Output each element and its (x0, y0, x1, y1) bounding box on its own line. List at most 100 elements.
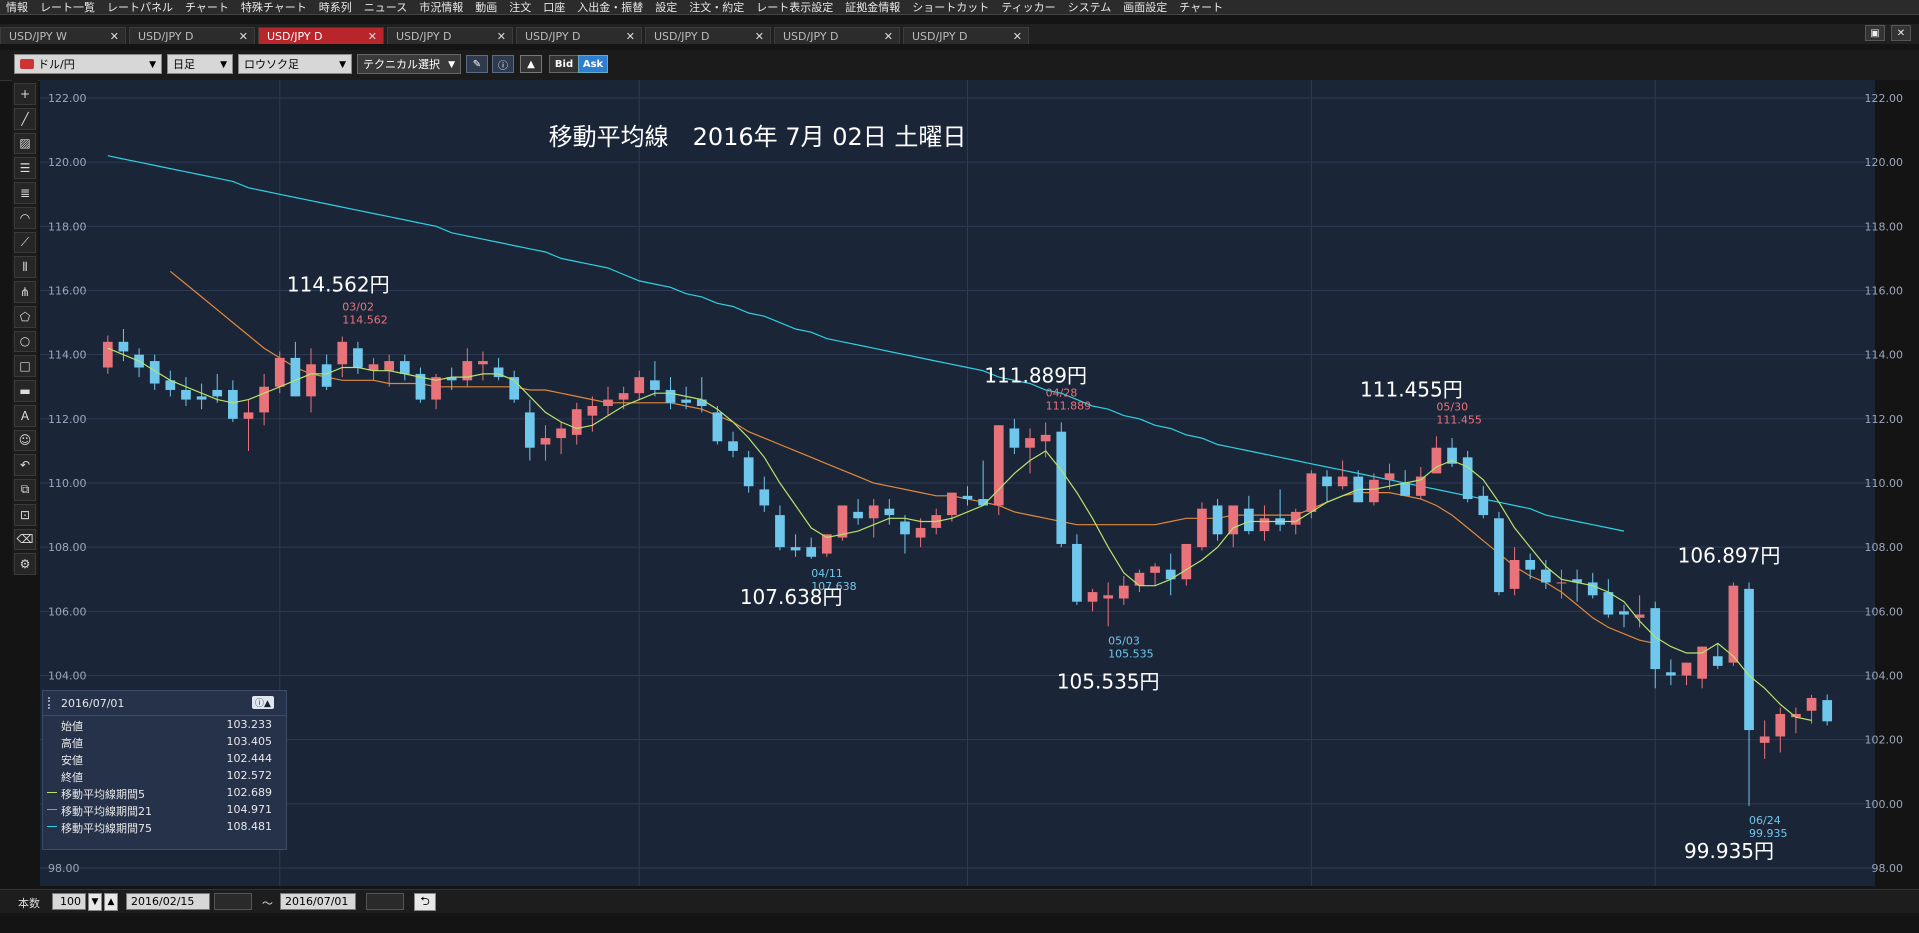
emoji-icon[interactable]: ☺ (14, 429, 36, 452)
candle-body (524, 412, 535, 448)
rectangle-icon[interactable]: □ (14, 355, 36, 377)
close-tab-icon[interactable]: ✕ (755, 30, 764, 43)
y-tick-label-right: 108.00 (1865, 541, 1904, 554)
menu-item[interactable]: 時系列 (313, 0, 358, 14)
menu-item[interactable]: 設定 (649, 0, 683, 14)
date-from-input[interactable]: 2016/02/15 (126, 893, 210, 910)
menu-item[interactable]: 口座 (537, 0, 571, 14)
horizontal-lines-icon[interactable]: ☰ (14, 157, 36, 179)
separator-line-icon[interactable]: ▬ (14, 380, 36, 402)
menu-item[interactable]: 注文 (503, 0, 537, 14)
close-tab-icon[interactable]: ✕ (626, 30, 635, 43)
menu-item[interactable]: レート表示設定 (750, 0, 839, 14)
tab-usdjpy[interactable]: USD/JPY D ✕ (774, 27, 900, 44)
close-tab-icon[interactable]: ✕ (110, 30, 119, 43)
fibonacci-icon[interactable]: ≣ (14, 182, 36, 204)
close-tab-icon[interactable]: ✕ (1013, 30, 1022, 43)
close-tab-icon[interactable]: ✕ (239, 30, 248, 43)
candle-body (790, 547, 801, 551)
ask-button[interactable]: Ask (578, 55, 608, 73)
drag-handle-icon[interactable] (48, 697, 54, 709)
period-select[interactable]: 日足 ▼ (167, 54, 233, 74)
menu-item[interactable]: ニュース (358, 0, 413, 14)
tab-usdjpy[interactable]: USD/JPY W ✕ (0, 27, 126, 44)
tab-usdjpy[interactable]: USD/JPY D ✕ (645, 27, 771, 44)
crosshair-icon[interactable]: + (14, 83, 36, 105)
tab-usdjpy[interactable]: USD/JPY D ✕ (129, 27, 255, 44)
menu-item[interactable]: ショートカット (906, 0, 995, 14)
text-icon[interactable]: A (14, 404, 36, 427)
menu-item[interactable]: 証拠金情報 (839, 0, 906, 14)
menu-item[interactable]: 情報 (0, 0, 34, 14)
legend-line-icon (47, 809, 57, 810)
close-tab-icon[interactable]: ✕ (497, 30, 506, 43)
candlestick-chart[interactable]: 122.00 122.00 120.00 120.00 118.00 118.00 116.… (40, 80, 1919, 890)
menu-item[interactable]: システム (1062, 0, 1118, 14)
menu-item[interactable]: チャート (1173, 0, 1229, 14)
ruler-icon[interactable]: ▨ (14, 132, 36, 155)
eraser-icon[interactable]: ⌫ (14, 528, 36, 551)
count-up-icon[interactable]: ▲ (104, 893, 118, 911)
settings-icon[interactable]: ⚙ (14, 553, 36, 575)
count-down-icon[interactable]: ▼ (88, 893, 102, 911)
menu-item[interactable]: レート一覧 (34, 0, 101, 14)
info-panel-date: 2016/07/01 (61, 697, 125, 710)
pen-icon[interactable]: ✎ (466, 55, 488, 73)
menu-item[interactable]: 動画 (469, 0, 503, 14)
y-tick-label-right: 122.00 (1865, 92, 1904, 105)
menu-item[interactable]: 市況情報 (413, 0, 469, 14)
close-tab-icon[interactable]: ✕ (368, 30, 377, 43)
close-tab-icon[interactable]: ✕ (884, 30, 893, 43)
date-to-input[interactable]: 2016/07/01 (280, 893, 356, 910)
menu-item[interactable]: ティッカー (995, 0, 1061, 14)
tab-usdjpy[interactable]: USD/JPY D ✕ (387, 27, 513, 44)
menu-item[interactable]: 画面設定 (1117, 0, 1173, 14)
count-input[interactable]: 100 (52, 893, 86, 910)
menu-item[interactable]: 特殊チャート (235, 0, 313, 14)
trend-line-icon[interactable]: ╱ (14, 107, 36, 130)
fan-icon[interactable]: ⟋ (14, 231, 36, 254)
info-row: 移動平均線期間5 102.689 (43, 784, 286, 801)
technical-select[interactable]: テクニカル選択 ▼ (357, 54, 461, 74)
bid-button[interactable]: Bid (549, 55, 579, 73)
candle-body (1712, 656, 1723, 666)
time-from-input[interactable] (214, 893, 252, 910)
candle-body (259, 386, 269, 413)
info-label: 移動平均線期間5 (61, 788, 145, 801)
pitchfork-icon[interactable]: ⋔ (14, 281, 36, 303)
circle-icon[interactable]: ○ (14, 330, 36, 353)
extreme-date-label: 06/24 (1749, 814, 1781, 827)
tab-usdjpy[interactable]: USD/JPY D ✕ (258, 27, 384, 44)
tab-usdjpy[interactable]: USD/JPY D ✕ (516, 27, 642, 44)
menu-item[interactable]: 注文・約定 (683, 0, 750, 14)
info-label: 安値 (61, 754, 83, 767)
candle-body (1072, 543, 1082, 602)
menu-item[interactable]: チャート (179, 0, 235, 14)
info-value: 108.481 (226, 820, 273, 833)
undo-icon[interactable]: ↶ (14, 454, 36, 476)
restore-window-icon[interactable]: ▣ (1865, 25, 1885, 41)
y-tick-label-right: 116.00 (1865, 285, 1904, 298)
tab-usdjpy[interactable]: USD/JPY D ✕ (903, 27, 1029, 44)
y-tick-label-left: 104.00 (48, 670, 87, 683)
menu-item[interactable]: 入出金・振替 (571, 0, 649, 14)
y-tick-label-right: 118.00 (1865, 220, 1904, 233)
vertical-lines-icon[interactable]: ⦀ (14, 256, 36, 278)
extreme-date-label: 03/02 (342, 301, 374, 314)
area-chart-icon[interactable]: ▲ (520, 55, 542, 73)
copy-icon[interactable]: ⧉ (14, 479, 36, 501)
info-value: 102.689 (226, 786, 273, 799)
time-to-input[interactable] (366, 893, 404, 910)
menu-item[interactable]: レートパネル (101, 0, 179, 14)
lock-icon[interactable]: ⊡ (14, 503, 36, 526)
info-icon[interactable]: ⓘ (492, 55, 514, 73)
apply-range-button[interactable]: ⮌ (414, 893, 436, 911)
close-window-icon[interactable]: ✕ (1891, 25, 1911, 41)
info-collapse-icon[interactable]: ⓘ▲ (252, 696, 274, 709)
pentagon-icon[interactable]: ⬠ (14, 305, 36, 328)
arc-icon[interactable]: ◠ (14, 206, 36, 229)
candle-body (1462, 457, 1473, 500)
currency-pair-select[interactable]: ドル/円 ▼ (14, 54, 162, 74)
candle-body (478, 361, 488, 365)
chart-type-select[interactable]: ロウソク足 ▼ (238, 54, 352, 74)
